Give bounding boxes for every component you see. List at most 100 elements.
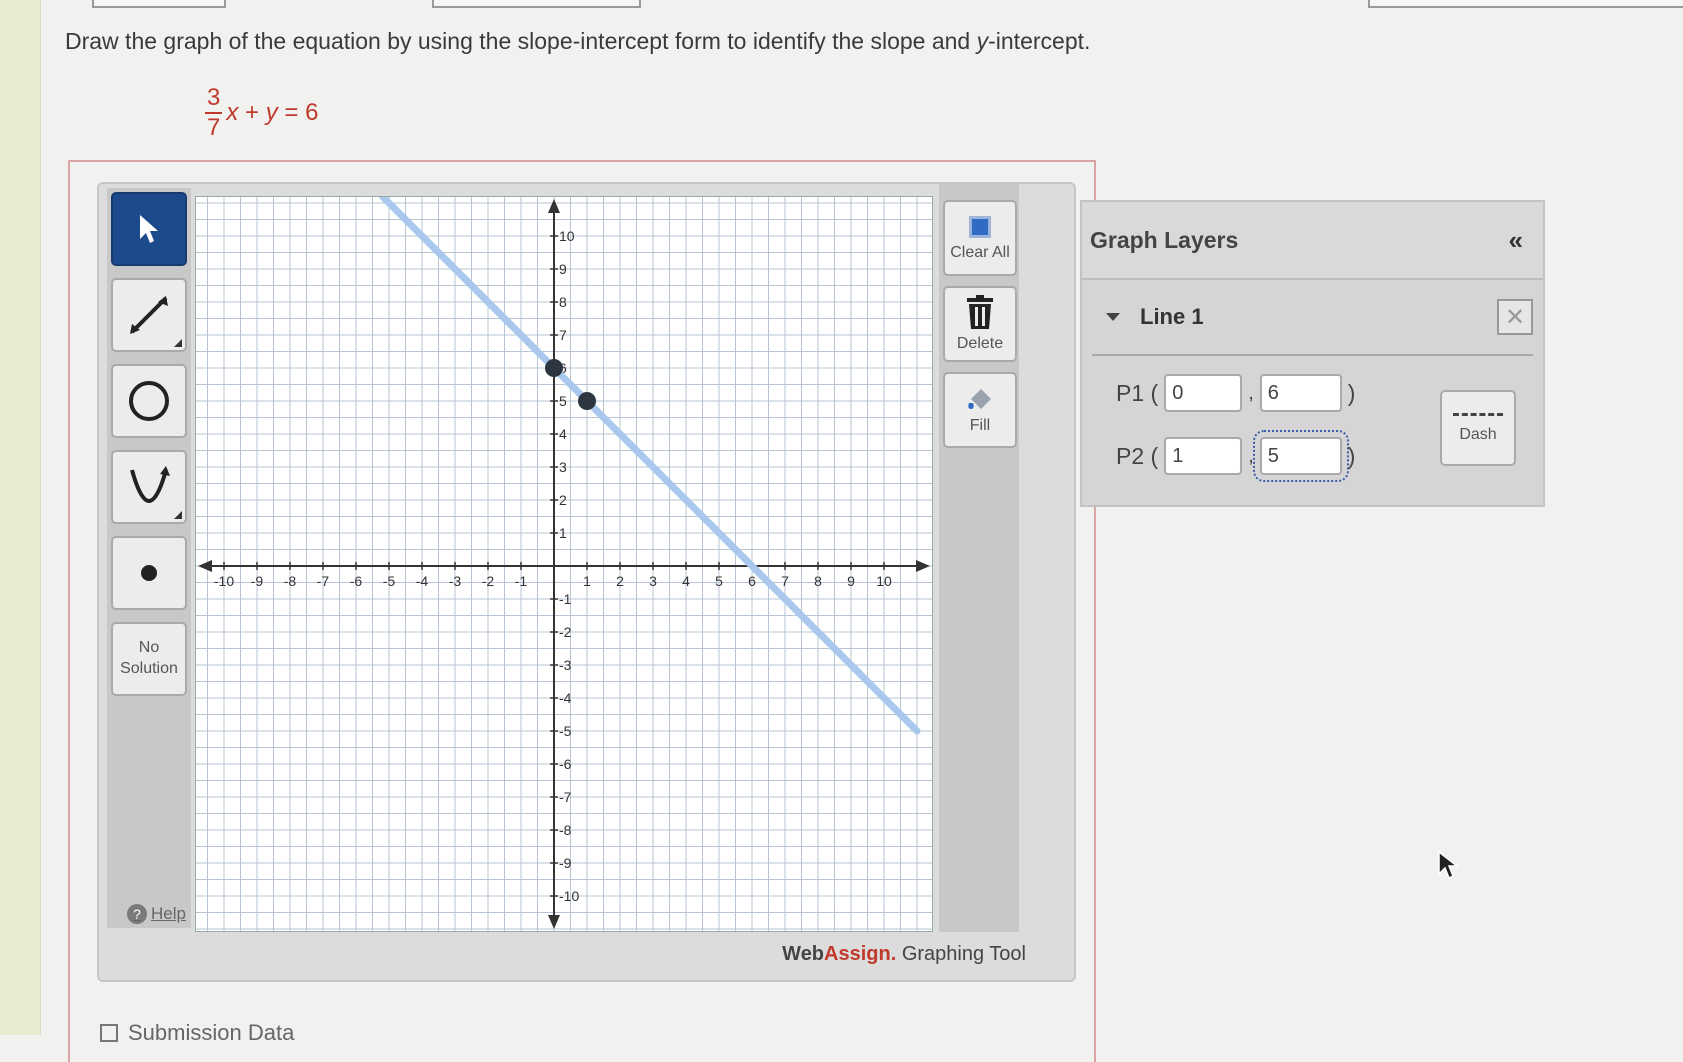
x-tick-label: -1 [515,573,528,589]
brand-web: Web [782,943,825,965]
graph-area[interactable]: -10 -9 -8 -7 -6 -5 -4 -3 -2 -1 1 2 3 4 5 6 7 8 9 10 -10 -9 -8 -… [195,192,933,932]
circle-icon [129,381,169,421]
left-toolbar: No Solution ? Help [107,188,191,928]
help-icon: ? [127,904,147,924]
point-p1-row: P1 ( , ) [1116,374,1355,412]
y-tick-label: -6 [559,756,572,772]
dash-label: Dash [1459,425,1497,443]
x-tick-label: 8 [814,573,822,589]
expand-triangle-icon[interactable] [1106,313,1120,321]
x-tick-label: 5 [715,573,723,589]
eq-plus: + [238,99,266,126]
dash-button[interactable]: Dash [1440,390,1516,466]
question-part: Draw the graph of the equation by using … [65,28,977,54]
brand-tool: Graphing Tool [896,943,1026,965]
circle-tool-button[interactable] [111,364,187,438]
x-tick-label: -2 [482,573,495,589]
x-tick-label: 1 [583,573,591,589]
submission-data-toggle[interactable]: Submission Data [100,1020,294,1046]
y-axis-arrow [548,915,560,929]
fraction-denominator: 7 [207,114,221,141]
x-axis-arrow [916,560,930,572]
right-toolbar: Clear All Delete Fill [939,184,1019,932]
close-icon: ✕ [1504,303,1526,331]
x-tick-label: -5 [383,573,396,589]
clear-all-button[interactable]: Clear All [943,200,1017,276]
x-tick-label: -4 [416,573,429,589]
y-tick-label: 1 [559,525,567,541]
x-tick-label: 4 [682,573,690,589]
x-tick-label: -10 [214,573,234,589]
eq-y: y [265,99,278,126]
y-tick-label: -3 [559,657,572,673]
y-tick-label: 5 [559,393,567,409]
fill-button[interactable]: Fill [943,372,1017,448]
y-tick-label: -4 [559,690,572,706]
point-icon [141,565,157,581]
x-tick-label: -9 [251,573,264,589]
layer-line-1[interactable]: Line 1 ✕ [1092,280,1533,356]
x-tick-label: -6 [350,573,363,589]
y-tick-label: -8 [559,822,572,838]
delete-button[interactable]: Delete [943,286,1017,362]
y-tick-label: -10 [559,888,579,904]
parabola-tool-button[interactable] [111,450,187,524]
close-paren: ) [1347,442,1356,469]
graph-layers-header: Graph Layers « [1082,202,1543,280]
collapse-panel-button[interactable]: « [1509,225,1523,256]
x-tick-label: -3 [449,573,462,589]
x-tick-label: 9 [847,573,855,589]
x-axis-arrow [198,560,212,572]
line-point-marker [545,359,563,377]
y-tick-label: 2 [559,492,567,508]
top-tab[interactable] [1368,0,1683,8]
x-tick-label: 7 [781,573,789,589]
y-tick-label: 4 [559,426,567,442]
p1-y-input[interactable] [1259,374,1342,412]
question-part: -intercept. [988,28,1091,54]
eq-end: = 6 [277,99,319,126]
line-point-marker [578,392,596,410]
submenu-indicator [174,511,182,519]
comma: , [1248,444,1254,467]
p2-label: P2 ( [1116,442,1159,469]
no-solution-label: Solution [120,660,178,677]
clear-all-icon [969,216,991,238]
remove-layer-button[interactable]: ✕ [1497,299,1533,335]
p1-label: P1 ( [1116,379,1159,406]
question-var: y [976,28,989,54]
no-solution-label: No [138,639,160,657]
top-tab[interactable] [432,0,641,8]
line-tool-button[interactable] [111,278,187,352]
x-tick-label: 2 [616,573,624,589]
point-tool-button[interactable] [111,536,187,610]
y-tick-label: -7 [559,789,572,805]
p1-x-input[interactable] [1164,374,1243,412]
y-tick-label: -1 [559,591,572,607]
layer-name: Line 1 [1140,304,1204,329]
submenu-indicator [174,339,182,347]
equation-rest: x + y = 6 [226,99,318,127]
graphing-tool: No Solution ? Help -10 -9 -8 -7 -6 -5 -4 -3 -2 -1… [97,182,1076,982]
clear-all-label: Clear All [950,244,1010,261]
help-link[interactable]: ? Help [127,904,186,924]
graphed-line [378,192,921,735]
paint-bucket-icon [968,389,991,409]
y-tick-label: 9 [559,261,567,277]
top-tab[interactable] [92,0,226,8]
p2-x-input[interactable] [1164,437,1243,475]
trash-icon [967,295,993,329]
mouse-cursor-icon [1438,850,1459,880]
pointer-tool-button[interactable] [111,192,187,266]
coordinate-plane[interactable]: -10 -9 -8 -7 -6 -5 -4 -3 -2 -1 1 2 3 4 5 6 7 8 9 10 -10 -9 -8 -… [196,192,932,931]
equation: 3 7 x + y = 6 [205,86,318,140]
y-tick-label: 3 [559,459,567,475]
y-tick-label: 7 [559,327,567,343]
close-paren: ) [1347,379,1356,406]
left-margin-strip [0,0,41,1035]
x-tick-label: 3 [649,573,657,589]
y-tick-label: -9 [559,855,572,871]
no-solution-button[interactable]: No Solution [111,622,187,696]
help-label: Help [151,904,186,923]
p2-y-input[interactable] [1252,430,1349,482]
